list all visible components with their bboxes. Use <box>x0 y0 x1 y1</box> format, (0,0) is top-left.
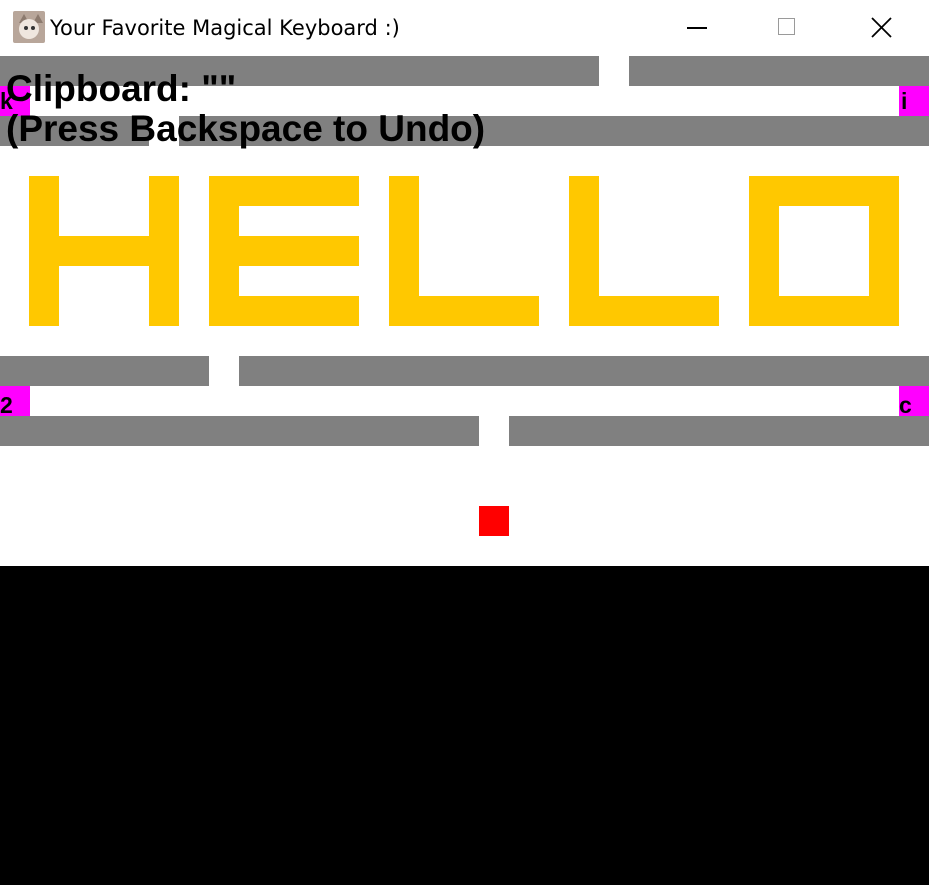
banner-letter-o <box>749 176 779 326</box>
banner-letter-l <box>599 296 719 326</box>
portal-label-bottom-left: 2 <box>0 392 13 418</box>
minimize-button[interactable] <box>652 0 744 56</box>
banner-letter-e <box>239 236 359 266</box>
window-title: Your Favorite Magical Keyboard :) <box>50 16 400 40</box>
close-icon <box>871 17 892 38</box>
portal-label-bottom-right: c <box>899 392 912 418</box>
title-bar[interactable]: Your Favorite Magical Keyboard :) <box>0 0 929 56</box>
wall-lower-right <box>509 416 929 446</box>
game-canvas[interactable]: k i 2 c Clipboard: "" (Press Backspace t… <box>0 56 929 566</box>
wall-middle-right <box>239 356 929 386</box>
wall-top-right <box>629 56 929 86</box>
cat-photo-icon <box>13 11 45 43</box>
cat-eye-right <box>31 26 35 30</box>
banner-letter-o <box>779 176 869 206</box>
minimize-icon <box>687 27 707 29</box>
portal-label-top-right: i <box>901 88 908 114</box>
close-button[interactable] <box>835 0 927 56</box>
banner-letter-h <box>149 176 179 326</box>
banner-letter-h <box>29 176 59 326</box>
banner-letter-e <box>209 176 239 326</box>
banner-letter-l <box>419 296 539 326</box>
banner-letter-e <box>239 176 359 206</box>
banner-letter-e <box>239 296 359 326</box>
banner-letter-l <box>569 176 599 326</box>
banner-letter-o <box>869 176 899 326</box>
clipboard-status: Clipboard: "" <box>6 68 237 109</box>
maximize-button[interactable] <box>742 0 834 56</box>
player-block[interactable] <box>479 506 509 536</box>
app-window: Your Favorite Magical Keyboard :) k i 2 … <box>0 0 929 885</box>
undo-hint: (Press Backspace to Undo) <box>6 108 486 149</box>
banner-letter-l <box>389 176 419 326</box>
cat-eye-left <box>24 26 28 30</box>
banner-letter-h <box>59 236 149 266</box>
wall-middle-left <box>0 356 209 386</box>
cat-face <box>19 19 39 39</box>
maximize-icon <box>778 18 795 35</box>
wall-lower-left <box>0 416 479 446</box>
banner-letter-o <box>779 296 869 326</box>
